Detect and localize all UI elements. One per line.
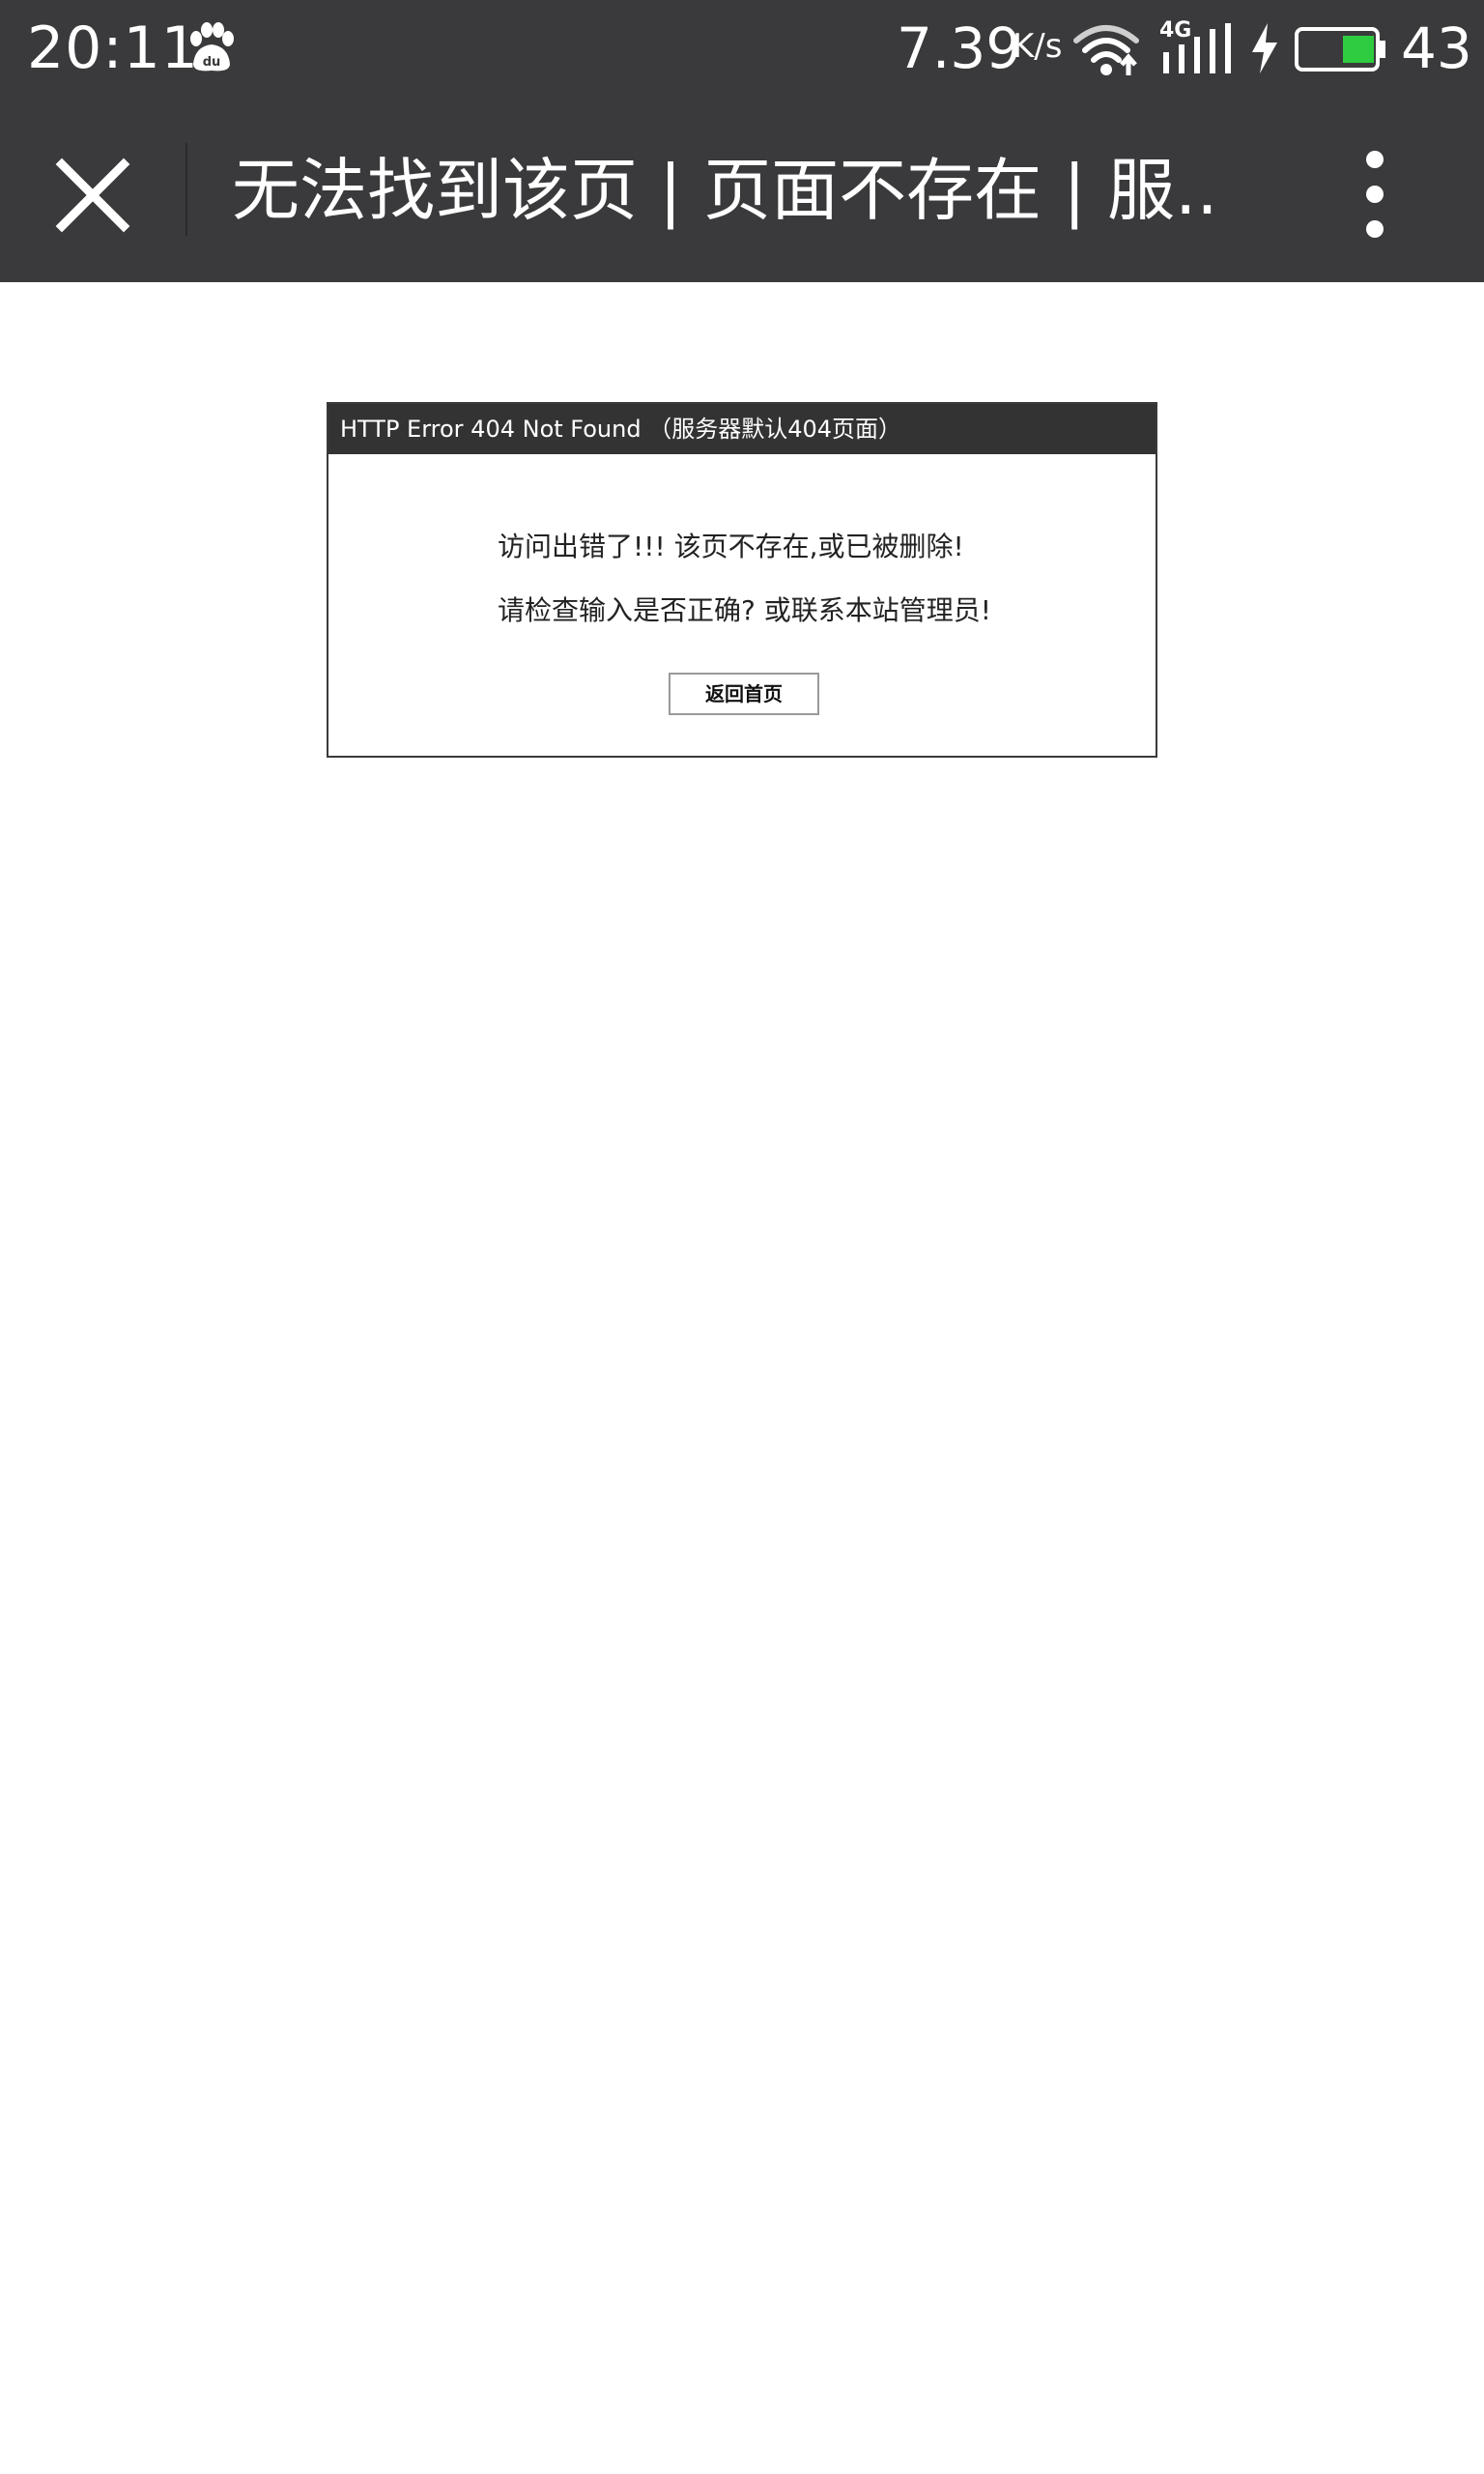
wifi-upload-icon <box>1073 25 1139 75</box>
app-bar-divider <box>186 143 187 236</box>
network-speed-unit: K/s <box>1013 27 1063 66</box>
battery-icon <box>1295 27 1385 72</box>
baidu-paw-icon: du <box>190 22 234 72</box>
battery-percent: 43 <box>1401 15 1472 81</box>
page-title: 无法找到该页 | 页面不存在 | 服.. <box>232 151 1218 230</box>
network-speed: 7.39 <box>897 15 1022 81</box>
svg-text:du: du <box>203 55 221 70</box>
error-box: HTTP Error 404 Not Found （服务器默认404页面） 访问… <box>327 402 1157 758</box>
close-icon[interactable] <box>48 151 137 240</box>
app-bar: 无法找到该页 | 页面不存在 | 服.. <box>0 97 1484 282</box>
more-vert-icon[interactable] <box>1349 151 1403 240</box>
error-header: HTTP Error 404 Not Found （服务器默认404页面） <box>328 404 1156 454</box>
status-bar: 20:11 du 7.39 K/s 4G 43 <box>0 0 1484 97</box>
charging-bolt-icon <box>1252 23 1277 73</box>
error-message-line1: 访问出错了!!! 该页不存在,或已被删除! <box>498 531 964 562</box>
error-message-line2: 请检查输入是否正确? 或联系本站管理员! <box>498 594 991 626</box>
status-time: 20:11 <box>27 14 199 82</box>
return-home-button[interactable]: 返回首页 <box>669 673 819 715</box>
cell-signal-icon <box>1163 23 1231 73</box>
